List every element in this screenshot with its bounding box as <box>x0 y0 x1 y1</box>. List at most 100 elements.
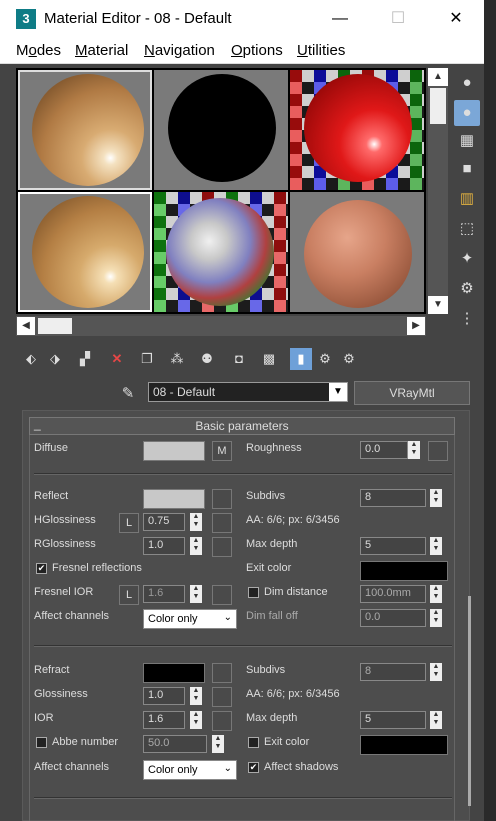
exit-color-checkbox[interactable] <box>248 737 259 748</box>
rglossiness-map-button[interactable] <box>212 537 232 557</box>
reset-map-icon[interactable]: ✕ <box>106 348 128 370</box>
reflect-subdivs-input[interactable]: 8 <box>360 489 426 507</box>
get-material-icon[interactable]: ⬖ <box>20 348 42 370</box>
make-preview-icon[interactable]: ⬚ <box>454 216 480 242</box>
material-id-channel-icon[interactable]: ◘ <box>228 348 250 370</box>
maximize-button[interactable]: ☐ <box>378 4 418 34</box>
scroll-left-icon[interactable]: ◀ <box>17 317 35 335</box>
refract-subdivs-spinner[interactable]: ▲ ▼ <box>430 663 442 681</box>
sample-slot-6[interactable] <box>290 192 424 312</box>
refract-subdivs-input[interactable]: 8 <box>360 663 426 681</box>
dim-falloff-label: Dim fall off <box>246 610 298 622</box>
sample-sphere-icon[interactable]: ● <box>454 70 480 96</box>
show-map-icon[interactable]: ▩ <box>258 348 280 370</box>
video-color-check-icon[interactable]: ▥ <box>454 186 480 212</box>
show-end-result-icon[interactable]: ▮ <box>290 348 312 370</box>
fresnel-ior-lock-button[interactable]: L <box>119 585 139 605</box>
hglossiness-lock-button[interactable]: L <box>119 513 139 533</box>
menu-modes[interactable]: Modes <box>16 42 61 59</box>
uv-tiling-icon[interactable]: ■ <box>454 156 480 182</box>
sample-slot-5[interactable] <box>154 192 288 312</box>
sample-slot-3[interactable] <box>290 70 424 190</box>
menu-utilities[interactable]: Utilities <box>297 42 345 59</box>
slots-vertical-scrollbar[interactable]: ▲ ▼ <box>428 68 448 314</box>
hglossiness-input[interactable]: 0.75 <box>143 513 185 531</box>
scroll-thumb[interactable] <box>430 88 446 124</box>
slots-horizontal-scrollbar[interactable]: ◀ ▶ <box>16 316 426 336</box>
reflect-subdivs-spinner[interactable]: ▲ ▼ <box>430 489 442 507</box>
make-unique-icon[interactable]: ⁂ <box>166 348 188 370</box>
refract-map-button[interactable] <box>212 663 232 683</box>
abbe-input[interactable]: 50.0 <box>143 735 207 753</box>
rglossiness-input[interactable]: 1.0 <box>143 537 185 555</box>
refract-affect-channels-select[interactable]: Color only ⌄ <box>143 760 237 780</box>
reflect-exit-color-swatch[interactable] <box>360 561 448 581</box>
reflect-maxdepth-spinner[interactable]: ▲ ▼ <box>430 537 442 555</box>
fresnel-ior-input[interactable]: 1.6 <box>143 585 185 603</box>
material-name-field[interactable]: 08 - Default ▼ <box>148 382 348 402</box>
material-map-navigator-icon[interactable]: ⋮ <box>454 306 480 332</box>
material-type-button[interactable]: VRayMtl <box>354 381 470 405</box>
put-to-scene-icon[interactable]: ⬗ <box>44 348 66 370</box>
minimize-button[interactable]: — <box>320 4 360 34</box>
glossiness-spinner[interactable]: ▲ ▼ <box>190 687 202 705</box>
glossiness-map-button[interactable] <box>212 687 232 707</box>
sample-options-icon[interactable]: ✦ <box>454 246 480 272</box>
sample-slot-1[interactable] <box>18 70 152 190</box>
fresnel-ior-spinner[interactable]: ▲ ▼ <box>190 585 202 603</box>
close-button[interactable]: ✕ <box>436 4 476 34</box>
fresnel-checkbox[interactable]: ✔ <box>36 563 47 574</box>
abbe-checkbox[interactable] <box>36 737 47 748</box>
scroll-up-icon[interactable]: ▲ <box>428 68 448 86</box>
glossiness-input[interactable]: 1.0 <box>143 687 185 705</box>
sample-slot-2[interactable] <box>154 70 288 190</box>
pick-material-icon[interactable]: ✎ <box>118 384 138 404</box>
chevron-down-icon[interactable]: ▼ <box>329 383 347 401</box>
refract-maxdepth-label: Max depth <box>246 712 298 724</box>
sample-slot-4[interactable] <box>18 192 152 312</box>
dim-falloff-input[interactable]: 0.0 <box>360 609 426 627</box>
panel-scrollbar[interactable] <box>468 596 471 806</box>
ior-input[interactable]: 1.6 <box>143 711 185 729</box>
roughness-input[interactable]: 0.0 <box>360 441 408 459</box>
hglossiness-spinner[interactable]: ▲ ▼ <box>190 513 202 531</box>
background-checker-icon[interactable]: ▦ <box>454 128 480 154</box>
dim-falloff-spinner[interactable]: ▲ ▼ <box>430 609 442 627</box>
diffuse-color-swatch[interactable] <box>143 441 205 461</box>
abbe-spinner[interactable]: ▲ ▼ <box>212 735 224 753</box>
basic-parameters-rollout[interactable]: _ Basic parameters <box>29 417 455 435</box>
refract-color-swatch[interactable] <box>143 663 205 683</box>
fresnel-ior-map-button[interactable] <box>212 585 232 605</box>
ior-map-button[interactable] <box>212 711 232 731</box>
diffuse-map-button[interactable]: M <box>212 441 232 461</box>
menu-options[interactable]: Options <box>231 42 283 59</box>
reflect-map-button[interactable] <box>212 489 232 509</box>
dim-distance-checkbox[interactable] <box>248 587 259 598</box>
backlight-icon[interactable]: ● <box>454 100 480 126</box>
make-copy-icon[interactable]: ❐ <box>136 348 158 370</box>
select-by-material-icon[interactable]: ⚙ <box>454 276 480 302</box>
reflect-affect-channels-select[interactable]: Color only ⌄ <box>143 609 237 629</box>
menu-material[interactable]: Material <box>75 42 128 59</box>
dim-distance-spinner[interactable]: ▲ ▼ <box>430 585 442 603</box>
rglossiness-spinner[interactable]: ▲ ▼ <box>190 537 202 555</box>
ior-spinner[interactable]: ▲ ▼ <box>190 711 202 729</box>
assign-to-selection-icon[interactable]: ▞ <box>74 348 96 370</box>
go-to-parent-icon[interactable]: ⚙ <box>314 348 336 370</box>
affect-shadows-checkbox[interactable]: ✔ <box>248 762 259 773</box>
reflect-maxdepth-input[interactable]: 5 <box>360 537 426 555</box>
hglossiness-map-button[interactable] <box>212 513 232 533</box>
scroll-down-icon[interactable]: ▼ <box>428 296 448 314</box>
roughness-map-button[interactable] <box>428 441 448 461</box>
go-forward-sibling-icon[interactable]: ⚙ <box>338 348 360 370</box>
refract-maxdepth-spinner[interactable]: ▲ ▼ <box>430 711 442 729</box>
put-to-library-icon[interactable]: ⚉ <box>196 348 218 370</box>
refract-maxdepth-input[interactable]: 5 <box>360 711 426 729</box>
reflect-color-swatch[interactable] <box>143 489 205 509</box>
roughness-spinner[interactable]: ▲ ▼ <box>408 441 420 459</box>
hscroll-thumb[interactable] <box>38 318 72 334</box>
dim-distance-input[interactable]: 100.0mm <box>360 585 426 603</box>
menu-navigation[interactable]: Navigation <box>144 42 215 59</box>
scroll-right-icon[interactable]: ▶ <box>407 317 425 335</box>
refract-exit-color-swatch[interactable] <box>360 735 448 755</box>
